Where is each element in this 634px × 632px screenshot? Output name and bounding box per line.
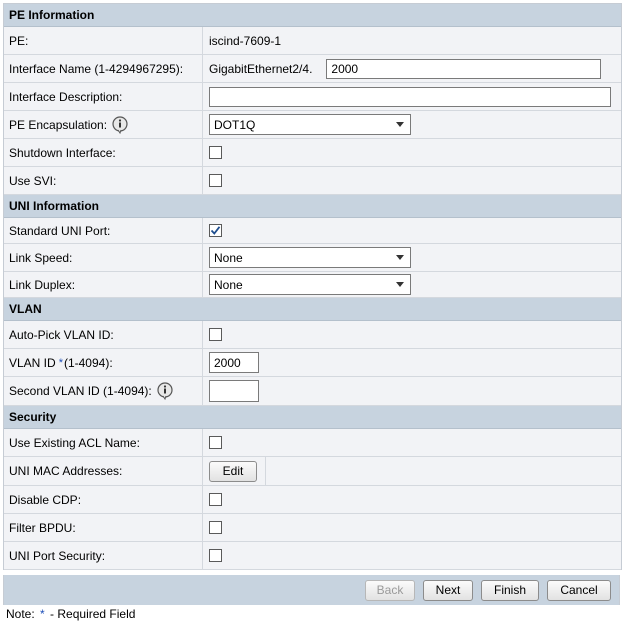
- shutdown-interface-checkbox[interactable]: [209, 146, 222, 159]
- interface-name-label: Interface Name (1-4294967295):: [4, 55, 203, 82]
- interface-name-input[interactable]: [326, 58, 602, 79]
- note-prefix: Note:: [6, 607, 35, 621]
- section-header-uni-information: UNI Information: [4, 195, 621, 218]
- uni-mac-addresses-label: UNI MAC Addresses:: [4, 457, 203, 485]
- auto-pick-vlan-row: Auto-Pick VLAN ID:: [4, 321, 621, 349]
- auto-pick-vlan-label: Auto-Pick VLAN ID:: [4, 321, 203, 348]
- pe-label: PE:: [4, 27, 203, 54]
- interface-name-prefix: GigabitEthernet2/4.: [209, 61, 313, 76]
- use-existing-acl-row: Use Existing ACL Name:: [4, 429, 621, 457]
- disable-cdp-checkbox[interactable]: [209, 493, 222, 506]
- vlan-id-range: (1-4094):: [63, 355, 113, 370]
- pe-encapsulation-value: DOT1Q: [214, 117, 256, 132]
- section-header-security: Security: [4, 406, 621, 429]
- pe-row: PE: iscind-7609-1: [4, 27, 621, 55]
- pe-encapsulation-select[interactable]: DOT1Q: [209, 114, 411, 135]
- info-icon[interactable]: [156, 382, 174, 400]
- required-marker: *: [40, 607, 45, 621]
- link-duplex-value: None: [214, 277, 243, 292]
- vlan-id-row: VLAN ID * (1-4094):: [4, 349, 621, 377]
- required-marker: *: [58, 356, 63, 369]
- button-bar: Back Next Finish Cancel: [3, 575, 620, 605]
- second-vlan-id-row: Second VLAN ID (1-4094):: [4, 377, 621, 406]
- interface-name-row: Interface Name (1-4294967295): GigabitEt…: [4, 55, 621, 83]
- link-duplex-select[interactable]: None: [209, 274, 411, 295]
- service-request-form: PE Information PE: iscind-7609-1 Interfa…: [3, 3, 622, 570]
- edit-mac-addresses-button[interactable]: Edit: [209, 460, 257, 482]
- use-svi-row: Use SVI:: [4, 167, 621, 195]
- section-header-pe-information: PE Information: [4, 4, 621, 27]
- uni-port-security-row: UNI Port Security:: [4, 542, 621, 570]
- link-duplex-row: Link Duplex: None: [4, 272, 621, 298]
- note-text: - Required Field: [50, 607, 136, 621]
- use-svi-checkbox[interactable]: [209, 174, 222, 187]
- uni-mac-addresses-row: UNI MAC Addresses: Edit: [4, 457, 621, 486]
- link-speed-value: None: [214, 250, 243, 265]
- filter-bpdu-row: Filter BPDU:: [4, 514, 621, 542]
- interface-description-row: Interface Description:: [4, 83, 621, 111]
- filter-bpdu-checkbox[interactable]: [209, 521, 222, 534]
- interface-description-input[interactable]: [209, 86, 611, 107]
- use-existing-acl-checkbox[interactable]: [209, 436, 222, 449]
- pe-value: iscind-7609-1: [209, 33, 282, 48]
- use-svi-label: Use SVI:: [4, 167, 203, 194]
- next-button[interactable]: Next: [423, 579, 473, 601]
- second-vlan-id-input[interactable]: [209, 380, 259, 402]
- standard-uni-port-label: Standard UNI Port:: [4, 218, 203, 243]
- link-speed-select[interactable]: None: [209, 247, 411, 268]
- filter-bpdu-label: Filter BPDU:: [4, 514, 203, 541]
- link-speed-label: Link Speed:: [4, 244, 203, 271]
- disable-cdp-row: Disable CDP:: [4, 486, 621, 514]
- cancel-button[interactable]: Cancel: [547, 579, 611, 601]
- shutdown-interface-row: Shutdown Interface:: [4, 139, 621, 167]
- shutdown-interface-label: Shutdown Interface:: [4, 139, 203, 166]
- pe-encapsulation-row: PE Encapsulation: DOT1Q: [4, 111, 621, 139]
- interface-description-label: Interface Description:: [4, 83, 203, 110]
- vlan-id-input[interactable]: [209, 352, 259, 373]
- pe-encapsulation-label: PE Encapsulation:: [9, 117, 108, 132]
- standard-uni-port-row: Standard UNI Port:: [4, 218, 621, 244]
- required-field-note: Note: * - Required Field: [6, 607, 135, 621]
- vlan-id-label: VLAN ID: [9, 355, 56, 370]
- finish-button[interactable]: Finish: [481, 579, 539, 601]
- disable-cdp-label: Disable CDP:: [4, 486, 203, 513]
- uni-port-security-label: UNI Port Security:: [4, 542, 203, 569]
- back-button[interactable]: Back: [365, 579, 415, 601]
- info-icon[interactable]: [111, 115, 129, 134]
- second-vlan-id-label: Second VLAN ID (1-4094):: [9, 384, 152, 398]
- link-speed-row: Link Speed: None: [4, 244, 621, 272]
- chevron-down-icon: [396, 122, 404, 127]
- use-existing-acl-label: Use Existing ACL Name:: [4, 429, 203, 456]
- standard-uni-port-checkbox[interactable]: [209, 224, 222, 237]
- chevron-down-icon: [396, 282, 404, 287]
- link-duplex-label: Link Duplex:: [4, 272, 203, 297]
- checkmark-icon: [210, 226, 221, 235]
- auto-pick-vlan-checkbox[interactable]: [209, 328, 222, 341]
- chevron-down-icon: [396, 255, 404, 260]
- uni-port-security-checkbox[interactable]: [209, 549, 222, 562]
- section-header-vlan: VLAN: [4, 298, 621, 321]
